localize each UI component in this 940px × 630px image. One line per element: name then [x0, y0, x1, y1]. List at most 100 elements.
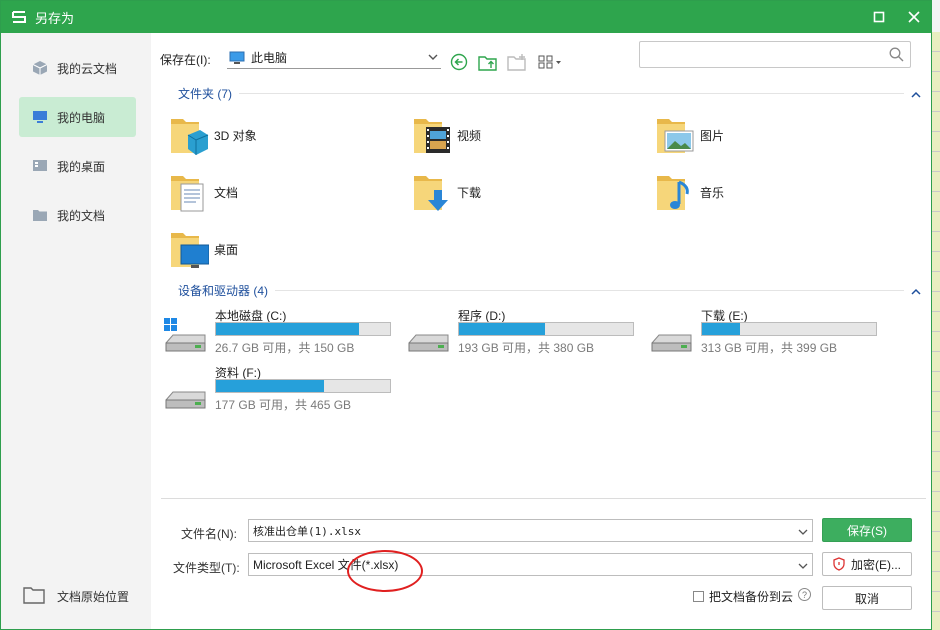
window-title: 另存为: [35, 10, 75, 26]
backup-to-cloud-checkbox[interactable]: 把文档备份到云: [693, 588, 793, 605]
folder-item-documents[interactable]: 文档: [169, 168, 399, 216]
file-browser-content: 文件夹 (7) 3D 对象 视频 图片 文档 下载 音乐 桌面 设备和驱动器 (…: [151, 75, 931, 495]
view-options-button[interactable]: [537, 52, 565, 74]
3d-objects-folder-icon: [169, 113, 209, 157]
group-divider: [239, 93, 904, 94]
sidebar-item-my-documents[interactable]: 我的文档: [19, 195, 136, 235]
drive-usage-bar: [215, 379, 391, 393]
folder-item-music[interactable]: 音乐: [655, 168, 885, 216]
filetype-value: Microsoft Excel 文件(*.xlsx): [253, 558, 399, 572]
filetype-label: 文件类型(T):: [173, 561, 240, 575]
folder-label: 下载: [457, 185, 482, 200]
downloads-folder-icon: [412, 170, 452, 214]
drive-usage-fill: [459, 323, 545, 335]
folder-label: 图片: [700, 128, 725, 143]
drive-free-space: 313 GB 可用，共 399 GB: [701, 341, 838, 355]
monitor-icon: [32, 109, 48, 125]
collapse-chevron-icon[interactable]: [911, 88, 921, 98]
hard-drive-icon: [163, 374, 207, 414]
filename-label: 文件名(N):: [181, 527, 237, 541]
sidebar-item-cloud-docs[interactable]: 我的云文档: [19, 48, 136, 88]
backup-label: 把文档备份到云: [709, 590, 794, 604]
drive-usage-bar: [701, 322, 877, 336]
drive-item-d[interactable]: 程序 (D:) 193 GB 可用，共 380 GB: [406, 307, 638, 359]
filename-combobox[interactable]: 核准出仓单(1).xlsx: [248, 519, 813, 542]
save-in-label: 保存在(I):: [160, 53, 211, 67]
folder-item-pictures[interactable]: 图片: [655, 111, 885, 159]
checkbox-box[interactable]: [693, 591, 704, 602]
filetype-combobox[interactable]: Microsoft Excel 文件(*.xlsx): [248, 553, 813, 576]
folder-label: 桌面: [214, 242, 239, 257]
search-box[interactable]: [639, 41, 911, 68]
title-bar: 另存为: [1, 1, 931, 33]
bottom-divider: [161, 498, 926, 499]
filename-value[interactable]: 核准出仓单(1).xlsx: [253, 523, 361, 539]
drives-group-header[interactable]: 设备和驱动器 (4): [178, 282, 268, 299]
original-location-button[interactable]: 文档原始位置: [23, 583, 129, 609]
sidebar-item-label: 我的文档: [57, 208, 106, 223]
folder-item-downloads[interactable]: 下载: [412, 168, 642, 216]
folder-label: 3D 对象: [214, 128, 257, 143]
folder-item-3d-objects[interactable]: 3D 对象: [169, 111, 399, 159]
maximize-button[interactable]: [869, 7, 889, 27]
search-input[interactable]: [640, 42, 880, 67]
hard-drive-icon: [649, 317, 693, 357]
folder-icon: [32, 207, 48, 223]
up-folder-button[interactable]: [477, 52, 499, 74]
desktop-folder-icon: [169, 227, 210, 271]
folder-item-desktop[interactable]: 桌面: [169, 225, 399, 273]
this-pc-icon: [229, 51, 245, 65]
folder-outline-icon: [23, 586, 45, 607]
grid-view-icon: [538, 54, 564, 73]
drive-usage-fill: [702, 323, 740, 335]
new-folder-button[interactable]: [506, 52, 528, 74]
group-divider: [275, 290, 904, 291]
drive-item-e[interactable]: 下载 (E:) 313 GB 可用，共 399 GB: [649, 307, 881, 359]
search-icon: [889, 47, 904, 65]
folder-label: 文档: [214, 185, 239, 200]
save-as-dialog: 另存为 我的云文档 我的电脑 我的桌面 我的文档 文档原始位置 保存在(I): …: [0, 0, 932, 630]
shield-icon: [833, 557, 845, 571]
new-folder-icon: [507, 53, 527, 74]
close-button[interactable]: [904, 7, 924, 27]
drive-usage-fill: [216, 323, 360, 335]
sidebar-item-label: 我的云文档: [57, 61, 118, 76]
sidebar-item-my-computer[interactable]: 我的电脑: [19, 97, 136, 137]
encrypt-button[interactable]: 加密(E)...: [822, 552, 912, 576]
up-folder-icon: [478, 53, 498, 74]
videos-folder-icon: [412, 113, 452, 157]
chevron-down-icon: [427, 51, 439, 66]
desktop-icon: [32, 158, 48, 174]
drive-usage-bar: [215, 322, 391, 336]
drive-item-f[interactable]: 资料 (F:) 177 GB 可用，共 465 GB: [163, 364, 395, 416]
folders-group-header[interactable]: 文件夹 (7): [178, 85, 232, 102]
cancel-button[interactable]: 取消: [822, 586, 912, 610]
windows-drive-icon: [163, 317, 207, 357]
chevron-down-icon[interactable]: [798, 560, 808, 574]
original-location-label: 文档原始位置: [57, 589, 130, 604]
background-spreadsheet: [932, 32, 940, 630]
cloud-cube-icon: [32, 60, 48, 76]
help-icon[interactable]: ?: [798, 588, 811, 601]
location-dropdown[interactable]: 此电脑: [227, 47, 441, 69]
sidebar-item-label: 我的桌面: [57, 159, 106, 174]
folder-item-videos[interactable]: 视频: [412, 111, 642, 159]
sidebar-item-desktop[interactable]: 我的桌面: [19, 146, 136, 186]
save-button[interactable]: 保存(S): [822, 518, 912, 542]
drive-free-space: 26.7 GB 可用，共 150 GB: [215, 341, 355, 355]
back-button[interactable]: [448, 52, 470, 74]
drive-item-c[interactable]: 本地磁盘 (C:) 26.7 GB 可用，共 150 GB: [163, 307, 395, 359]
folder-label: 视频: [457, 128, 482, 143]
documents-folder-icon: [169, 170, 209, 214]
collapse-chevron-icon[interactable]: [911, 285, 921, 295]
back-arrow-icon: [450, 53, 468, 74]
chevron-down-icon[interactable]: [798, 526, 808, 540]
sidebar-item-label: 我的电脑: [57, 110, 106, 125]
encrypt-label: 加密(E)...: [851, 557, 901, 572]
folder-label: 音乐: [700, 185, 725, 200]
sidebar: 我的云文档 我的电脑 我的桌面 我的文档 文档原始位置: [1, 33, 151, 629]
location-value: 此电脑: [251, 51, 288, 65]
drive-usage-bar: [458, 322, 634, 336]
drive-free-space: 193 GB 可用，共 380 GB: [458, 341, 595, 355]
music-folder-icon: [655, 170, 695, 214]
